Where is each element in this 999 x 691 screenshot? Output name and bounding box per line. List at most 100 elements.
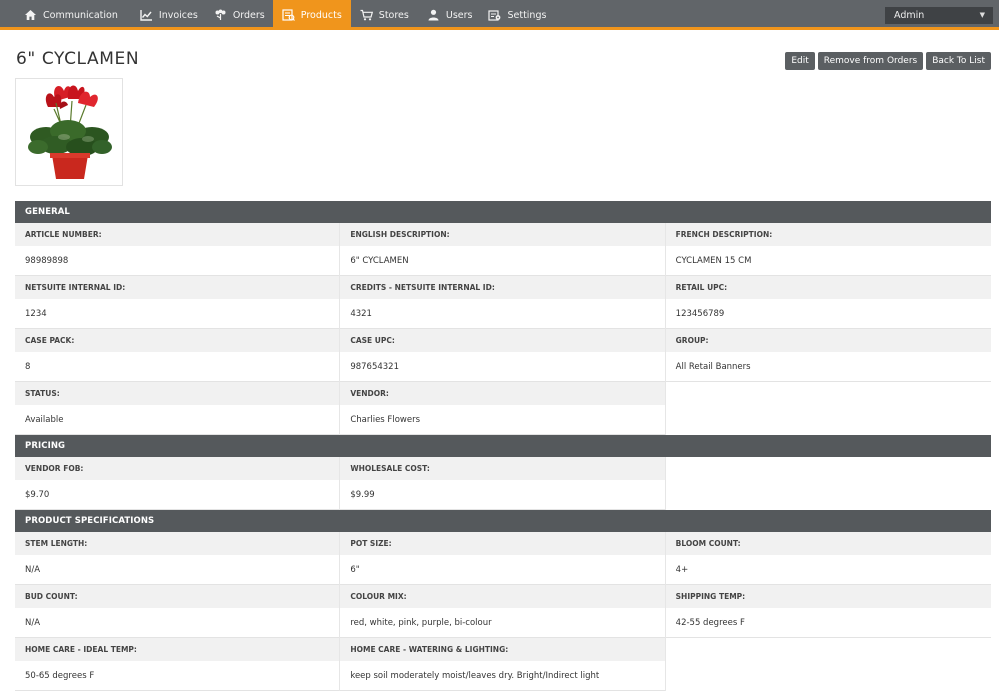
nav-label: Products	[300, 9, 342, 21]
empty-cell	[665, 382, 991, 435]
field-value: 42-55 degrees F	[665, 608, 991, 638]
cart-icon	[360, 9, 374, 21]
action-buttons: Edit Remove from Orders Back To List	[785, 52, 991, 70]
field-value: Available	[15, 405, 340, 435]
field-label: GROUP:	[665, 329, 991, 352]
field-value: red, white, pink, purple, bi-colour	[340, 608, 665, 638]
field-label: RETAIL UPC:	[665, 276, 991, 299]
main-nav: Communication Invoices Orders Products S…	[0, 0, 999, 30]
details-row: STEM LENGTH: N/A POT SIZE: 6" BLOOM COUN…	[15, 532, 991, 585]
field-label: VENDOR:	[340, 382, 665, 405]
field-value: 50-65 degrees F	[15, 661, 340, 691]
details-row: CASE PACK: 8 CASE UPC: 987654321 GROUP: …	[15, 329, 991, 382]
nav-stores[interactable]: Stores	[351, 0, 417, 30]
details-row: ARTICLE NUMBER: 98989898 ENGLISH DESCRIP…	[15, 223, 991, 276]
field-credits-netsuite-internal-id: CREDITS - NETSUITE INTERNAL ID: 4321	[340, 276, 666, 329]
field-netsuite-internal-id: NETSUITE INTERNAL ID: 1234	[15, 276, 341, 329]
field-label: STEM LENGTH:	[15, 532, 340, 555]
field-bloom-count: BLOOM COUNT: 4+	[665, 532, 991, 585]
field-value: CYCLAMEN 15 CM	[665, 246, 991, 276]
field-value: keep soil moderately moist/leaves dry. B…	[340, 661, 665, 691]
field-label: COLOUR MIX:	[340, 585, 665, 608]
details-row: STATUS: Available VENDOR: Charlies Flowe…	[15, 382, 991, 435]
empty-cell	[665, 638, 991, 691]
nav-invoices[interactable]: Invoices	[126, 0, 206, 30]
edit-button[interactable]: Edit	[785, 52, 815, 70]
nav-label: Orders	[232, 9, 265, 21]
field-label: CASE UPC:	[340, 329, 665, 352]
details-row: NETSUITE INTERNAL ID: 1234 CREDITS - NET…	[15, 276, 991, 329]
nav-products[interactable]: Products	[272, 0, 351, 30]
top-navigation-bar: Communication Invoices Orders Products S…	[0, 0, 999, 30]
field-label: ARTICLE NUMBER:	[15, 223, 340, 246]
field-label: FRENCH DESCRIPTION:	[665, 223, 991, 246]
nav-label: Settings	[507, 9, 547, 21]
nav-settings[interactable]: Settings	[480, 0, 554, 30]
field-shipping-temp: SHIPPING TEMP: 42-55 degrees F	[665, 585, 991, 638]
nav-orders[interactable]: Orders	[206, 0, 273, 30]
remove-from-orders-button[interactable]: Remove from Orders	[817, 52, 924, 70]
field-label: VENDOR FOB:	[15, 457, 340, 480]
user-select[interactable]: Admin ▼	[885, 7, 993, 24]
field-value: 987654321	[340, 352, 665, 382]
chart-icon	[140, 9, 154, 21]
field-colour-mix: COLOUR MIX: red, white, pink, purple, bi…	[340, 585, 666, 638]
field-label: NETSUITE INTERNAL ID:	[15, 276, 340, 299]
field-case-upc: CASE UPC: 987654321	[340, 329, 666, 382]
nav-label: Communication	[43, 9, 118, 21]
field-value: All Retail Banners	[665, 352, 991, 382]
field-label: BUD COUNT:	[15, 585, 340, 608]
nav-communication[interactable]: Communication	[0, 0, 126, 30]
field-label: SHIPPING TEMP:	[665, 585, 991, 608]
field-value: 123456789	[665, 299, 991, 329]
field-value: 8	[15, 352, 340, 382]
user-icon	[427, 9, 441, 21]
caret-down-icon: ▼	[979, 11, 985, 19]
field-value: N/A	[15, 555, 340, 585]
field-vendor: VENDOR: Charlies Flowers	[340, 382, 666, 435]
field-value: 1234	[15, 299, 340, 329]
field-label: HOME CARE - IDEAL TEMP:	[15, 638, 340, 661]
field-english-description: ENGLISH DESCRIPTION: 6" CYCLAMEN	[340, 223, 666, 276]
field-french-description: FRENCH DESCRIPTION: CYCLAMEN 15 CM	[665, 223, 991, 276]
field-home-care-watering-lighting: HOME CARE - WATERING & LIGHTING: keep so…	[340, 638, 666, 691]
settings-icon	[488, 9, 502, 21]
field-label: ENGLISH DESCRIPTION:	[340, 223, 665, 246]
field-retail-upc: RETAIL UPC: 123456789	[665, 276, 991, 329]
back-to-list-button[interactable]: Back To List	[926, 52, 991, 70]
section-header-general: GENERAL	[15, 201, 991, 223]
field-label: CASE PACK:	[15, 329, 340, 352]
field-label: CREDITS - NETSUITE INTERNAL ID:	[340, 276, 665, 299]
field-wholesale-cost: WHOLESALE COST: $9.99	[340, 457, 666, 510]
field-pot-size: POT SIZE: 6"	[340, 532, 666, 585]
field-value: 98989898	[15, 246, 340, 276]
field-value: 6" CYCLAMEN	[340, 246, 665, 276]
product-image	[15, 78, 123, 186]
user-select-value: Admin	[894, 10, 925, 21]
field-stem-length: STEM LENGTH: N/A	[15, 532, 341, 585]
nav-users[interactable]: Users	[417, 0, 481, 30]
field-bud-count: BUD COUNT: N/A	[15, 585, 341, 638]
field-value: 4321	[340, 299, 665, 329]
flower-icon	[214, 9, 228, 21]
field-value: $9.99	[340, 480, 665, 510]
section-header-product-specifications: PRODUCT SPECIFICATIONS	[15, 510, 991, 532]
products-icon	[282, 9, 296, 21]
field-value: $9.70	[15, 480, 340, 510]
field-value: Charlies Flowers	[340, 405, 665, 435]
home-icon	[24, 9, 38, 21]
field-value: N/A	[15, 608, 340, 638]
details-row: BUD COUNT: N/A COLOUR MIX: red, white, p…	[15, 585, 991, 638]
nav-label: Stores	[378, 9, 409, 21]
field-value: 4+	[665, 555, 991, 585]
details-row: HOME CARE - IDEAL TEMP: 50-65 degrees F …	[15, 638, 991, 691]
cyclamen-plant-illustration	[28, 85, 112, 179]
field-vendor-fob: VENDOR FOB: $9.70	[15, 457, 341, 510]
field-label: WHOLESALE COST:	[340, 457, 665, 480]
page-title: 6" CYCLAMEN	[16, 49, 140, 69]
field-label: POT SIZE:	[340, 532, 665, 555]
details-row: VENDOR FOB: $9.70 WHOLESALE COST: $9.99	[15, 457, 991, 510]
field-label: BLOOM COUNT:	[665, 532, 991, 555]
field-article-number: ARTICLE NUMBER: 98989898	[15, 223, 341, 276]
empty-cell	[665, 457, 991, 510]
